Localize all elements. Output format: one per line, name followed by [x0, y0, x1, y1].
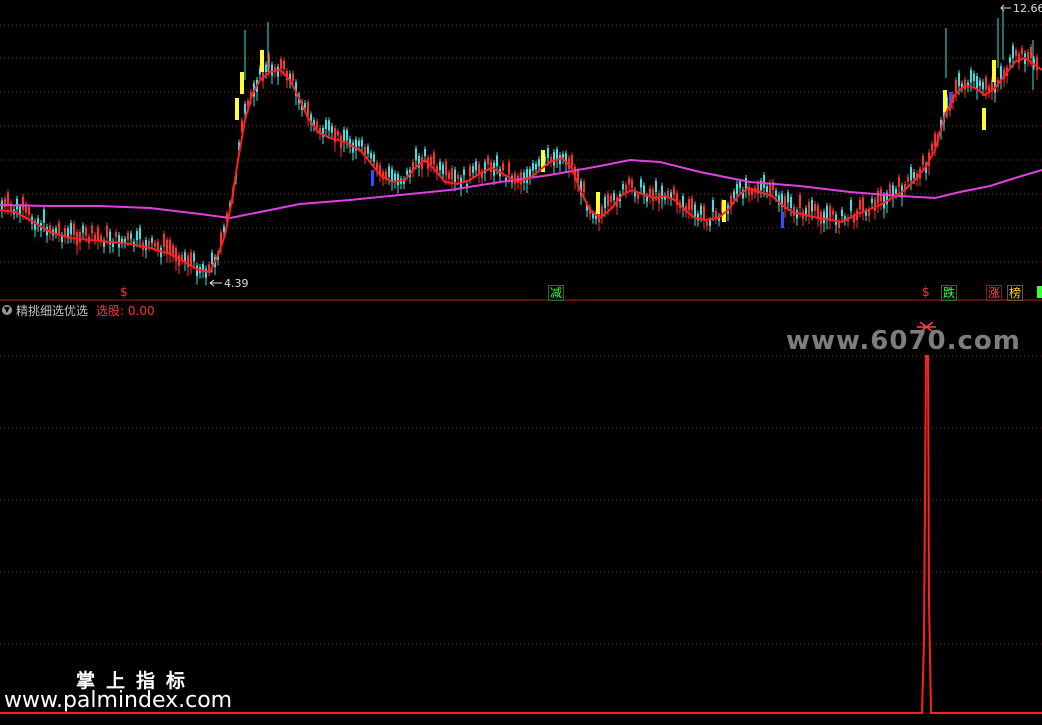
candlesticks — [1, 10, 1038, 286]
signal-fall: 跌 — [941, 285, 958, 301]
high-price-label: 12.66 — [1013, 2, 1042, 15]
low-price-label: 4.39 — [224, 277, 249, 290]
signal-rise: 涨 — [986, 285, 1003, 301]
signal-board: 榜 — [1007, 285, 1024, 301]
signal-edge-bar — [1037, 286, 1042, 298]
signal-reduce: 减 — [548, 285, 565, 301]
signal-buy-2: $ — [922, 285, 930, 299]
indicator-line — [0, 355, 1042, 714]
brand-url: www.palmindex.com — [4, 688, 233, 713]
low-price-arrow — [209, 279, 222, 287]
indicator-title-bar[interactable]: ▼ 精挑细选优选 选股: 0.00 — [2, 302, 155, 318]
chevron-down-icon[interactable]: ▼ — [2, 305, 12, 315]
ma-short-line — [0, 56, 1042, 274]
indicator-value: 选股: 0.00 — [96, 303, 155, 318]
watermark-6070: www.6070.com — [786, 326, 1021, 356]
stock-chart[interactable] — [0, 0, 1042, 725]
indicator-name: 精挑细选优选 — [16, 303, 89, 318]
high-price-arrow — [1000, 4, 1011, 12]
signal-buy-1: $ — [120, 285, 128, 299]
